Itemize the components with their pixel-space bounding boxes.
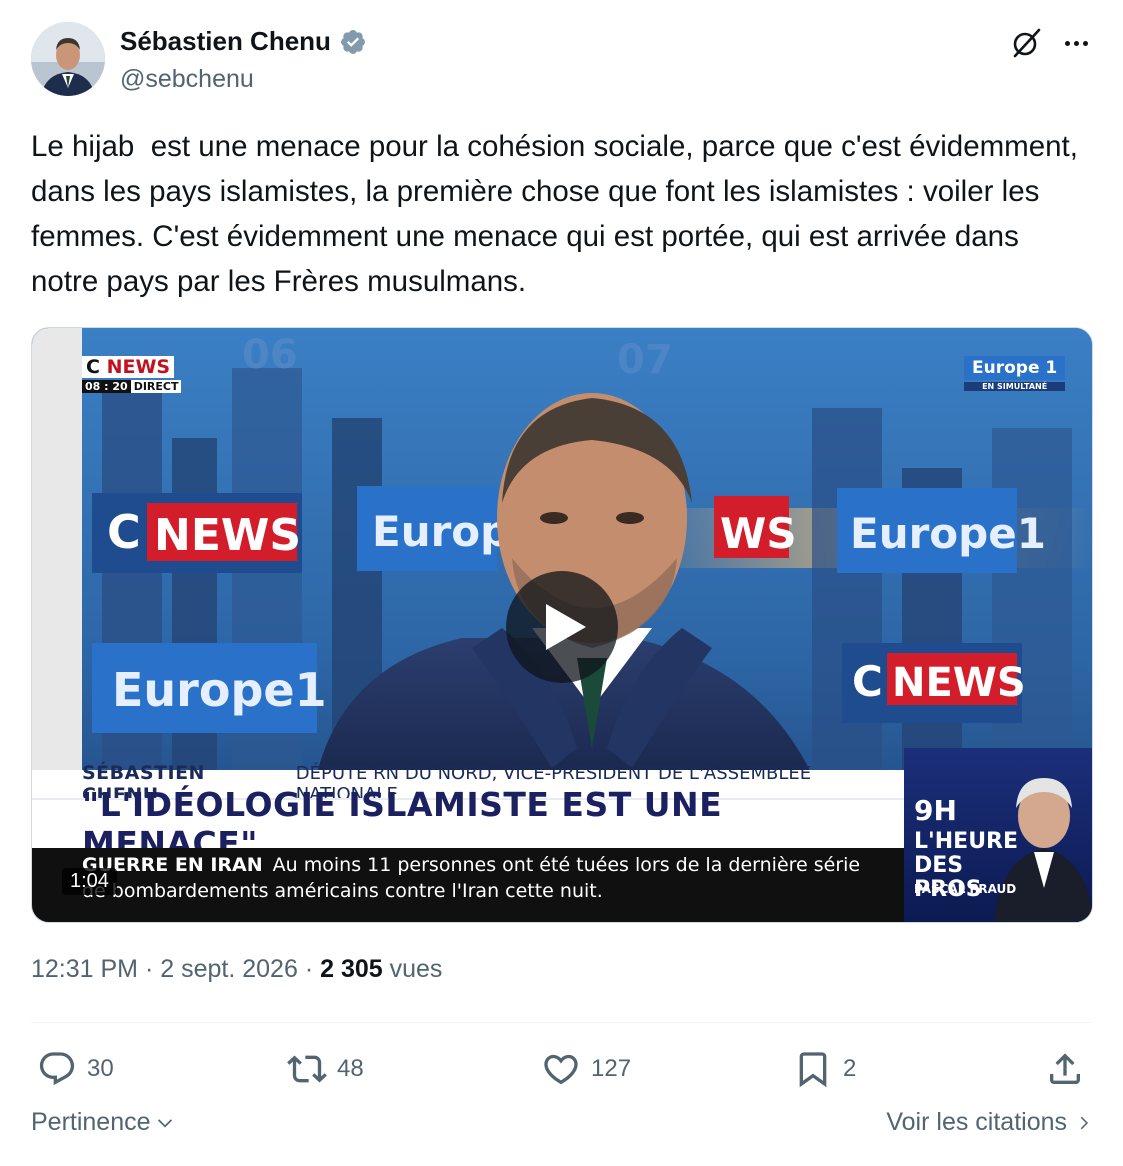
svg-text:Europ: Europ [372, 507, 510, 556]
show-host: PASCAL PRAUD [914, 882, 1017, 896]
share-button[interactable] [1045, 1044, 1085, 1094]
bookmark-icon [799, 1052, 827, 1088]
ticker-line-2: de bombardements américains contre l'Ira… [82, 880, 603, 902]
svg-text:07: 07 [617, 337, 673, 383]
views-label: vues [389, 955, 443, 983]
sort-label: Pertinence [31, 1108, 151, 1136]
meta-separator: · [304, 955, 314, 983]
svg-text:Europe1: Europe1 [112, 663, 327, 717]
more-icon[interactable] [1059, 26, 1093, 60]
lower-third: SÉBASTIEN CHENU DÉPUTÉ RN DU NORD, VICE-… [32, 762, 904, 922]
tweet-date[interactable]: 2 sept. 2026 [160, 955, 298, 983]
tweet-time[interactable]: 12:31 PM [31, 955, 138, 983]
cnews-logo-text: C NEWS [86, 356, 171, 378]
verified-badge-icon[interactable] [339, 28, 367, 56]
simulcast-label: EN SIMULTANÉ [964, 382, 1066, 391]
video-player[interactable]: C NEWS Europ Europe1 WS Europe1 C NEWS 0… [31, 327, 1093, 923]
heart-icon [544, 1054, 578, 1085]
live-label: DIRECT [130, 380, 182, 393]
repost-icon [287, 1055, 327, 1083]
repost-button[interactable]: 48 [287, 1044, 364, 1094]
quotes-label: Voir les citations [886, 1108, 1067, 1136]
like-count: 127 [591, 1055, 632, 1082]
news-ticker: GUERRE EN IRAN Au moins 11 personnes ont … [32, 848, 904, 922]
svg-text:WS: WS [720, 509, 797, 558]
bookmark-button[interactable]: 2 [793, 1044, 856, 1094]
grok-icon[interactable] [1009, 26, 1043, 60]
chevron-right-icon [1080, 1116, 1089, 1129]
broadcast-time: 08 : 20 [82, 380, 131, 393]
repost-count: 48 [337, 1055, 364, 1082]
play-icon [546, 604, 586, 650]
show-time: 9H [914, 794, 957, 827]
show-promo-panel: 9H L'HEURE DES PROS PASCAL PRAUD [904, 748, 1092, 922]
views-count: 2 305 [320, 955, 383, 983]
name-row: Sébastien Chenu [120, 26, 367, 57]
ticker-line-1: Au moins 11 personnes ont été tuées lors… [272, 854, 861, 876]
svg-text:C: C [852, 657, 883, 706]
action-bar: 30 48 127 2 [31, 1044, 1093, 1094]
author-handle[interactable]: @sebchenu [120, 65, 254, 94]
tweet-header: Sébastien Chenu @sebchenu [31, 22, 1093, 102]
avatar[interactable] [31, 22, 105, 96]
reply-icon [39, 1052, 75, 1086]
svg-text:Europe1: Europe1 [850, 509, 1046, 558]
sort-dropdown[interactable]: Pertinence [31, 1108, 175, 1137]
meta-separator: · [144, 955, 154, 983]
svg-text:C: C [107, 505, 141, 559]
divider [31, 1022, 1093, 1023]
chevron-down-icon [157, 1118, 172, 1128]
reply-button[interactable]: 30 [37, 1044, 114, 1094]
europe1-logo: Europe 1 EN SIMULTANÉ [964, 356, 1066, 391]
play-button[interactable] [506, 571, 618, 683]
tweet-meta: 12:31 PM · 2 sept. 2026 · 2 305 vues [31, 955, 442, 984]
reply-count: 30 [87, 1055, 114, 1082]
svg-text:06: 06 [242, 332, 298, 378]
svg-text:NEWS: NEWS [154, 510, 301, 561]
cnews-logo: C NEWS 08 : 20 DIRECT [82, 356, 182, 393]
view-quotes-link[interactable]: Voir les citations [886, 1108, 1093, 1137]
bookmark-count: 2 [843, 1055, 857, 1082]
europe1-logo-text: Europe 1 [964, 356, 1066, 380]
tweet-text: Le hijab est une menace pour la cohésion… [31, 130, 1087, 298]
video-duration: 1:04 [62, 868, 117, 895]
like-button[interactable]: 127 [541, 1044, 631, 1094]
display-name[interactable]: Sébastien Chenu [120, 26, 331, 57]
share-icon [1050, 1053, 1080, 1084]
replies-footer: Pertinence Voir les citations [31, 1108, 1093, 1148]
svg-text:NEWS: NEWS [892, 660, 1026, 706]
